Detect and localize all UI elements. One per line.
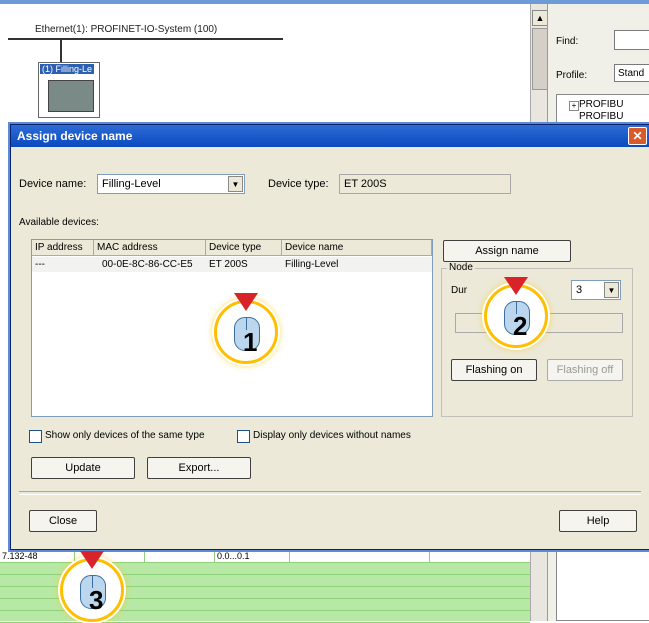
- device-name-label: Device name:: [19, 178, 87, 190]
- profile-select[interactable]: Stand: [614, 64, 649, 82]
- arrow-down-icon: [234, 293, 258, 311]
- tree-item-label: PROFIBU: [579, 99, 624, 110]
- ethernet-line: [8, 38, 283, 40]
- tree-item-profibus[interactable]: + PROFIBU: [567, 99, 624, 111]
- step-callout-3: 3: [60, 551, 124, 622]
- ethernet-label: Ethernet(1): PROFINET-IO-System (100): [35, 24, 218, 35]
- close-button[interactable]: Close: [29, 510, 97, 532]
- table-cell: [290, 550, 430, 562]
- assign-device-name-dialog: Assign device name ✕ Device name: Fillin…: [10, 124, 649, 550]
- column-header-name[interactable]: Device name: [282, 240, 432, 256]
- table-cell-ip: 7.132-48: [0, 550, 75, 562]
- scroll-up-icon[interactable]: ▲: [532, 10, 548, 26]
- available-devices-label: Available devices:: [19, 217, 99, 228]
- duration-label: Dur: [451, 285, 468, 296]
- assign-name-button[interactable]: Assign name: [443, 240, 571, 262]
- arrow-down-icon: [80, 551, 104, 569]
- help-button[interactable]: Help: [559, 510, 637, 532]
- find-label: Find:: [556, 36, 579, 47]
- device-node-label: (1) Filling-Le: [40, 64, 95, 74]
- find-input[interactable]: [614, 30, 649, 50]
- step-callout-2: 2: [484, 277, 548, 348]
- device-type-field: ET 200S: [339, 174, 511, 194]
- show-same-type-checkbox[interactable]: [29, 430, 42, 443]
- cell-mac: 00-0E-8C-86-CC-E5: [102, 259, 193, 270]
- table-cell: [145, 550, 215, 562]
- table-row[interactable]: --- 00-0E-8C-86-CC-E5 ET 200S Filling-Le…: [32, 257, 432, 272]
- flashing-off-button[interactable]: Flashing off: [547, 359, 623, 381]
- display-without-names-label: Display only devices without names: [253, 430, 411, 441]
- device-name-value: Filling-Level: [102, 178, 161, 190]
- show-same-type-label: Show only devices of the same type: [45, 430, 205, 441]
- tree-item-label: PROFIBU: [579, 111, 624, 122]
- step-number: 3: [89, 585, 104, 615]
- export-button[interactable]: Export...: [147, 457, 251, 479]
- table-cell-address: 0.0...0.1: [215, 550, 290, 562]
- display-without-names-checkbox[interactable]: [237, 430, 250, 443]
- tree-item-profibus-2[interactable]: PROFIBU: [579, 111, 623, 122]
- duration-value: 3: [576, 284, 583, 296]
- dialog-title-bar[interactable]: Assign device name ✕: [11, 125, 649, 147]
- dialog-title: Assign device name: [17, 129, 133, 143]
- chevron-down-icon[interactable]: ▼: [604, 282, 619, 298]
- step-number: 2: [513, 311, 528, 341]
- step-callout-1: 1: [214, 293, 278, 364]
- cell-ip: ---: [35, 259, 45, 270]
- node-group-label: Node: [447, 262, 475, 273]
- step-number: 1: [243, 327, 258, 357]
- column-header-ip[interactable]: IP address: [32, 240, 94, 256]
- close-icon[interactable]: ✕: [628, 127, 647, 145]
- expand-icon[interactable]: +: [569, 101, 579, 111]
- cell-type: ET 200S: [209, 259, 248, 270]
- column-header-type[interactable]: Device type: [206, 240, 282, 256]
- device-rack-icon: [48, 80, 94, 112]
- arrow-down-icon: [504, 277, 528, 295]
- device-name-select[interactable]: Filling-Level ▼: [97, 174, 245, 194]
- scroll-thumb[interactable]: [532, 28, 548, 90]
- update-button[interactable]: Update: [31, 457, 135, 479]
- column-header-mac[interactable]: MAC address: [94, 240, 206, 256]
- cell-name: Filling-Level: [285, 259, 339, 270]
- flashing-on-button[interactable]: Flashing on: [451, 359, 537, 381]
- profile-label: Profile:: [556, 70, 588, 81]
- device-type-label: Device type:: [268, 178, 329, 190]
- chevron-down-icon[interactable]: ▼: [228, 176, 243, 192]
- duration-select[interactable]: 3 ▼: [571, 280, 621, 300]
- divider: [19, 491, 641, 495]
